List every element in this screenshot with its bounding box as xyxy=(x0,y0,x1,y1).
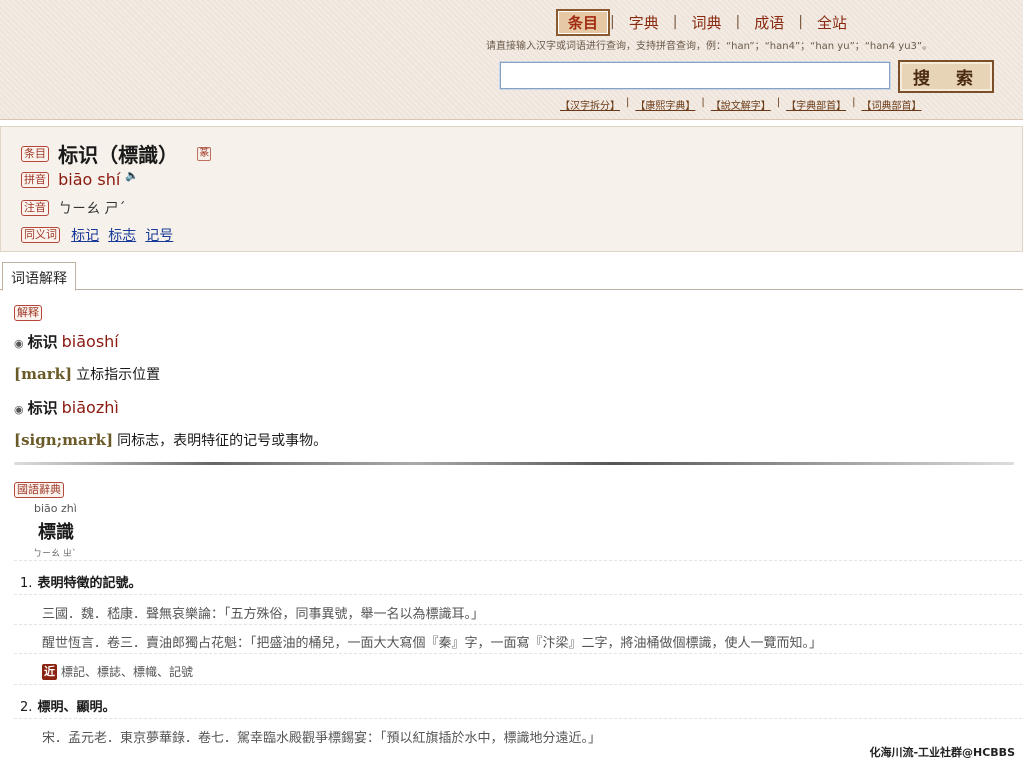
sense-number: 2. xyxy=(20,700,33,715)
sense-row: 1. 表明特徵的記號。 xyxy=(20,572,142,591)
dashed-divider xyxy=(14,653,1022,654)
seal-script-icon[interactable]: 篆 xyxy=(197,146,212,161)
definition-chinese: 立标指示位置 xyxy=(76,367,161,383)
dashed-divider xyxy=(14,718,1022,719)
nav-tab-quanzhan[interactable]: 全站 xyxy=(803,12,861,33)
watermark-text: 化海川流-工业社群@HCBBS xyxy=(869,746,1015,759)
link-kangxi-zidian[interactable]: 【康熙字典】 xyxy=(635,97,695,112)
section-divider xyxy=(14,462,1014,465)
link-separator: | xyxy=(776,97,781,108)
search-hint: 请直接输入汉字或词语进行查询，支持拼音查询，例：“han”；“han4”；“ha… xyxy=(486,41,933,52)
main-nav: 条目 | 字典 | 词典 | 成语 | 全站 xyxy=(556,8,861,36)
entry-synonym-row: 同义词 标记 标志 记号 xyxy=(21,224,173,245)
definition-pinyin: biāozhì xyxy=(61,398,119,417)
tag-guoyu-cidian: 國語辭典 xyxy=(14,482,64,498)
definition-english: [mark] xyxy=(14,365,73,383)
site-header: 条目 | 字典 | 词典 | 成语 | 全站 请直接输入汉字或词语进行查询，支持… xyxy=(0,0,1023,120)
definition-english: [sign;mark] xyxy=(14,431,114,449)
entry-zhuyin: ㄅㄧㄠ ㄕˊ xyxy=(58,200,126,217)
tag-entry: 条目 xyxy=(21,145,49,162)
bullet-icon: ◉ xyxy=(14,403,24,416)
guoyu-pinyin: biāo zhì xyxy=(34,502,77,515)
sense-text: 表明特徵的記號。 xyxy=(37,576,142,591)
entry-pinyin: biāo shí xyxy=(58,170,121,189)
link-separator: | xyxy=(626,97,630,108)
entry-panel: 条目 标识（標識） 篆 拼音 biāo shí 🔈 注音 ㄅㄧㄠ ㄕˊ 同义词 … xyxy=(0,126,1023,252)
guoyu-zhuyin: ㄅㄧㄠ ㄓˋ xyxy=(33,549,77,559)
near-synonym-badge: 近 xyxy=(42,663,57,680)
definition-headword: 标识 xyxy=(27,399,58,417)
citation-text: 三國．魏．嵇康．聲無哀樂論：「五方殊俗，同事異號，舉一名以為標識耳。」 xyxy=(42,607,485,622)
definition-headword: 标识 xyxy=(27,333,58,351)
tag-explanation: 解释 xyxy=(14,305,42,321)
tag-pinyin: 拼音 xyxy=(21,171,49,188)
link-cidian-bushou[interactable]: 【词典部首】 xyxy=(862,97,922,112)
definition-meaning-row: [sign;mark] 同标志，表明特征的记号或事物。 xyxy=(14,430,327,450)
citation-text: 宋．孟元老．東京夢華錄．卷七．駕幸臨水殿觀爭標錫宴：「預以紅旗插於水中，標識地分… xyxy=(42,731,602,746)
tab-word-explanation[interactable]: 词语解释 xyxy=(2,262,76,291)
synonym-link[interactable]: 标记 xyxy=(71,228,99,244)
nav-tab-entry[interactable]: 条目 xyxy=(556,8,611,36)
link-shuowen-jiezi[interactable]: 【說文解字】 xyxy=(711,97,771,112)
guoyu-word: 標識 xyxy=(38,522,74,543)
link-separator: | xyxy=(852,97,856,108)
tag-zhuyin: 注音 xyxy=(21,199,49,216)
citation-text: 醒世恆言．卷三．賣油郎獨占花魁：「把盛油的桶兒，一面大大寫個『秦』字，一面寫『汴… xyxy=(42,636,823,651)
related-words: 標記、標誌、標幟、記號 xyxy=(61,665,194,679)
synonym-link[interactable]: 标志 xyxy=(108,228,136,244)
link-separator: | xyxy=(701,97,705,108)
quick-links: 【汉字拆分】 | 【康熙字典】 | 【說文解字】 | 【字典部首】 | 【词典部… xyxy=(560,97,922,112)
speaker-icon[interactable]: 🔈 xyxy=(125,169,139,182)
sense-number: 1. xyxy=(20,576,33,591)
entry-title: 标识（標識） xyxy=(58,143,179,167)
search-input[interactable] xyxy=(499,61,891,90)
dashed-divider xyxy=(14,624,1022,625)
tab-bar: 词语解释 xyxy=(0,260,1023,291)
dashed-divider xyxy=(14,684,1022,685)
synonym-link[interactable]: 记号 xyxy=(145,228,173,244)
entry-zhuyin-row: 注音 ㄅㄧㄠ ㄕˊ xyxy=(21,197,126,218)
bullet-icon: ◉ xyxy=(14,337,24,350)
definition-headword-row: ◉ 标识 biāoshí xyxy=(14,331,119,352)
entry-pinyin-row: 拼音 biāo shí 🔈 xyxy=(21,169,139,189)
link-hanzi-chaifen[interactable]: 【汉字拆分】 xyxy=(560,97,620,112)
sense-text: 標明、顯明。 xyxy=(37,700,116,715)
nav-tab-zidian[interactable]: 字典 xyxy=(615,12,673,33)
nav-tab-chengyu[interactable]: 成语 xyxy=(740,12,798,33)
definition-pinyin: biāoshí xyxy=(61,332,119,351)
search-button[interactable]: 搜 索 xyxy=(898,60,994,93)
dashed-divider xyxy=(14,560,1022,561)
tag-synonym: 同义词 xyxy=(21,226,60,243)
related-words-row: 近標記、標誌、標幟、記號 xyxy=(42,661,193,680)
definition-chinese: 同标志，表明特征的记号或事物。 xyxy=(117,433,328,449)
nav-tab-cidian[interactable]: 词典 xyxy=(677,12,735,33)
dashed-divider xyxy=(14,594,1022,595)
entry-title-row: 条目 标识（標識） 篆 xyxy=(21,139,212,168)
link-zidian-bushou[interactable]: 【字典部首】 xyxy=(786,97,846,112)
sense-row: 2. 標明、顯明。 xyxy=(20,696,116,715)
definition-headword-row: ◉ 标识 biāozhì xyxy=(14,397,119,418)
definition-meaning-row: [mark] 立标指示位置 xyxy=(14,364,160,384)
